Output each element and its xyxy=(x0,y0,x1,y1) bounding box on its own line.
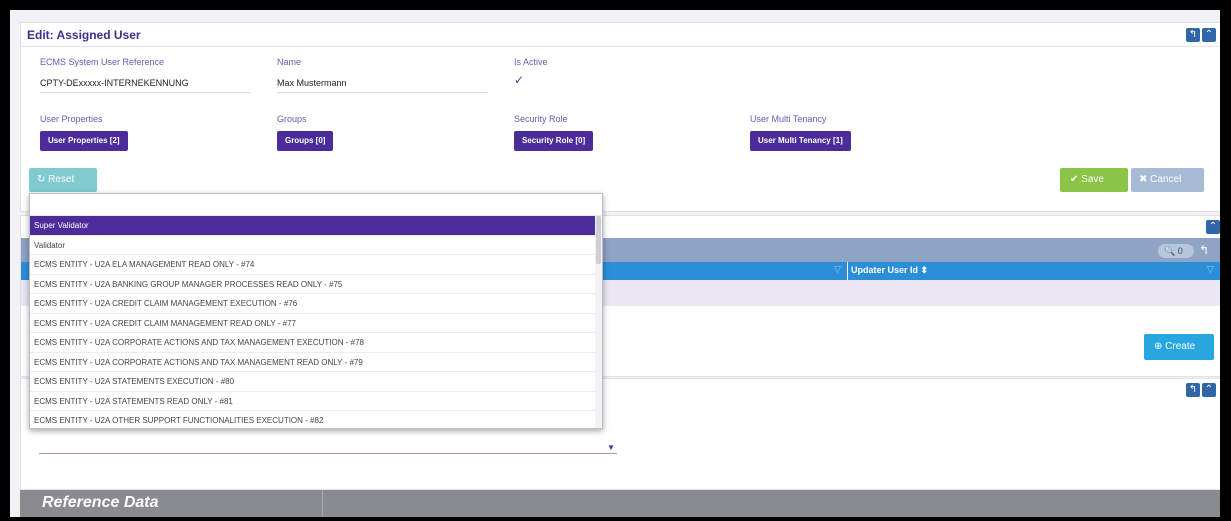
user-multi-tenancy-button[interactable]: User Multi Tenancy [1] xyxy=(750,131,851,151)
groups-label: Groups xyxy=(277,114,307,124)
plus-icon: ⊕ xyxy=(1154,341,1166,352)
column-updater-user-id[interactable]: Updater User Id ⬍ xyxy=(851,265,928,276)
user-properties-label: User Properties xyxy=(40,114,103,124)
reference-data-bar: Reference Data xyxy=(20,490,1220,517)
divider xyxy=(322,490,323,517)
dropdown-search-input[interactable] xyxy=(30,194,602,216)
scrollbar-thumb[interactable] xyxy=(596,216,601,264)
cancel-label: Cancel xyxy=(1150,174,1182,185)
dropdown-option[interactable]: Validator xyxy=(30,236,596,255)
security-role-button[interactable]: Security Role [0] xyxy=(514,131,594,151)
filter-icon[interactable]: ▽ xyxy=(834,264,841,275)
dropdown-option[interactable]: ECMS ENTITY - U2A ELA MANAGEMENT READ ON… xyxy=(30,255,596,275)
save-button[interactable]: ✔ Save xyxy=(1060,168,1128,192)
name-underline xyxy=(277,92,487,93)
reset-label: Reset xyxy=(48,174,75,185)
dropdown-option[interactable]: ECMS ENTITY - U2A CREDIT CLAIM MANAGEMEN… xyxy=(30,314,596,333)
grid-search-button[interactable]: 🔍 0 xyxy=(1158,244,1194,258)
security-role-dropdown: Super Validator Validator ECMS ENTITY - U2… xyxy=(29,193,603,429)
is-active-check-icon[interactable]: ✓ xyxy=(514,73,524,87)
collapse-icon[interactable]: ⌃ xyxy=(1206,220,1220,234)
back-icon[interactable]: ↰ xyxy=(1186,27,1200,42)
back-icon[interactable]: ↰ xyxy=(1186,383,1200,397)
search-icon: 🔍 xyxy=(1164,246,1176,256)
reset-icon: ↻ xyxy=(37,174,49,185)
check-icon: ✔ xyxy=(1070,174,1082,185)
dropdown-list: Super Validator Validator ECMS ENTITY - U2… xyxy=(30,216,596,428)
dropdown-option[interactable]: ECMS ENTITY - U2A CREDIT CLAIM MANAGEMEN… xyxy=(30,294,596,314)
save-label: Save xyxy=(1081,174,1104,185)
security-role-select-underline[interactable] xyxy=(39,453,617,454)
close-icon: ✖ xyxy=(1139,174,1151,185)
dropdown-option[interactable]: ECMS ENTITY - U2A BANKING GROUP MANAGER … xyxy=(30,275,596,294)
dropdown-option[interactable]: ECMS ENTITY - U2A STATEMENTS READ ONLY -… xyxy=(30,392,596,411)
panel-header: Edit: Assigned User ↰ ⌃ xyxy=(21,23,1220,47)
groups-button[interactable]: Groups [0] xyxy=(277,131,334,151)
user-multi-tenancy-label: User Multi Tenancy xyxy=(750,114,827,124)
create-button[interactable]: ⊕ Create xyxy=(1144,334,1214,360)
dropdown-option[interactable]: ECMS ENTITY - U2A CORPORATE ACTIONS AND … xyxy=(30,333,596,353)
page-title: Edit: Assigned User xyxy=(27,27,141,42)
dropdown-scrollbar[interactable] xyxy=(595,216,602,428)
column-divider xyxy=(847,262,848,280)
dropdown-option[interactable]: ECMS ENTITY - U2A OTHER SUPPORT FUNCTION… xyxy=(30,411,596,428)
collapse-icon[interactable]: ⌃ xyxy=(1202,27,1216,42)
dropdown-option[interactable]: Super Validator xyxy=(30,216,596,236)
create-label: Create xyxy=(1165,341,1196,352)
dropdown-option[interactable]: ECMS ENTITY - U2A STATEMENTS EXECUTION -… xyxy=(30,372,596,392)
header-icons: ↰ ⌃ xyxy=(1186,383,1216,397)
user-properties-button[interactable]: User Properties [2] xyxy=(40,131,128,151)
back-arrow-icon[interactable]: ↰ xyxy=(1199,243,1209,257)
caret-down-icon[interactable]: ▼ xyxy=(607,443,615,452)
ecms-ref-label: ECMS System User Reference xyxy=(40,57,165,67)
edit-assigned-user-panel: Edit: Assigned User ↰ ⌃ ECMS System User… xyxy=(20,22,1220,212)
ecms-ref-underline xyxy=(40,92,250,93)
cancel-button[interactable]: ✖ Cancel xyxy=(1131,168,1204,192)
is-active-label: Is Active xyxy=(514,57,548,67)
security-role-label: Security Role xyxy=(514,114,568,124)
collapse-icon[interactable]: ⌃ xyxy=(1202,383,1216,397)
name-label: Name xyxy=(277,57,302,67)
reference-data-label[interactable]: Reference Data xyxy=(42,494,159,512)
name-value: Max Mustermann xyxy=(277,78,347,88)
header-icons: ↰ ⌃ xyxy=(1186,27,1216,42)
search-count: 0 xyxy=(1177,246,1183,256)
reset-button[interactable]: ↻ Reset xyxy=(29,168,97,192)
filter-icon[interactable]: ▽ xyxy=(1207,264,1214,275)
dropdown-option[interactable]: ECMS ENTITY - U2A CORPORATE ACTIONS AND … xyxy=(30,353,596,372)
app-frame: Edit: Assigned User ↰ ⌃ ECMS System User… xyxy=(10,10,1220,517)
ecms-ref-value: CPTY-DExxxxx-INTERNEKENNUNG xyxy=(40,78,189,88)
